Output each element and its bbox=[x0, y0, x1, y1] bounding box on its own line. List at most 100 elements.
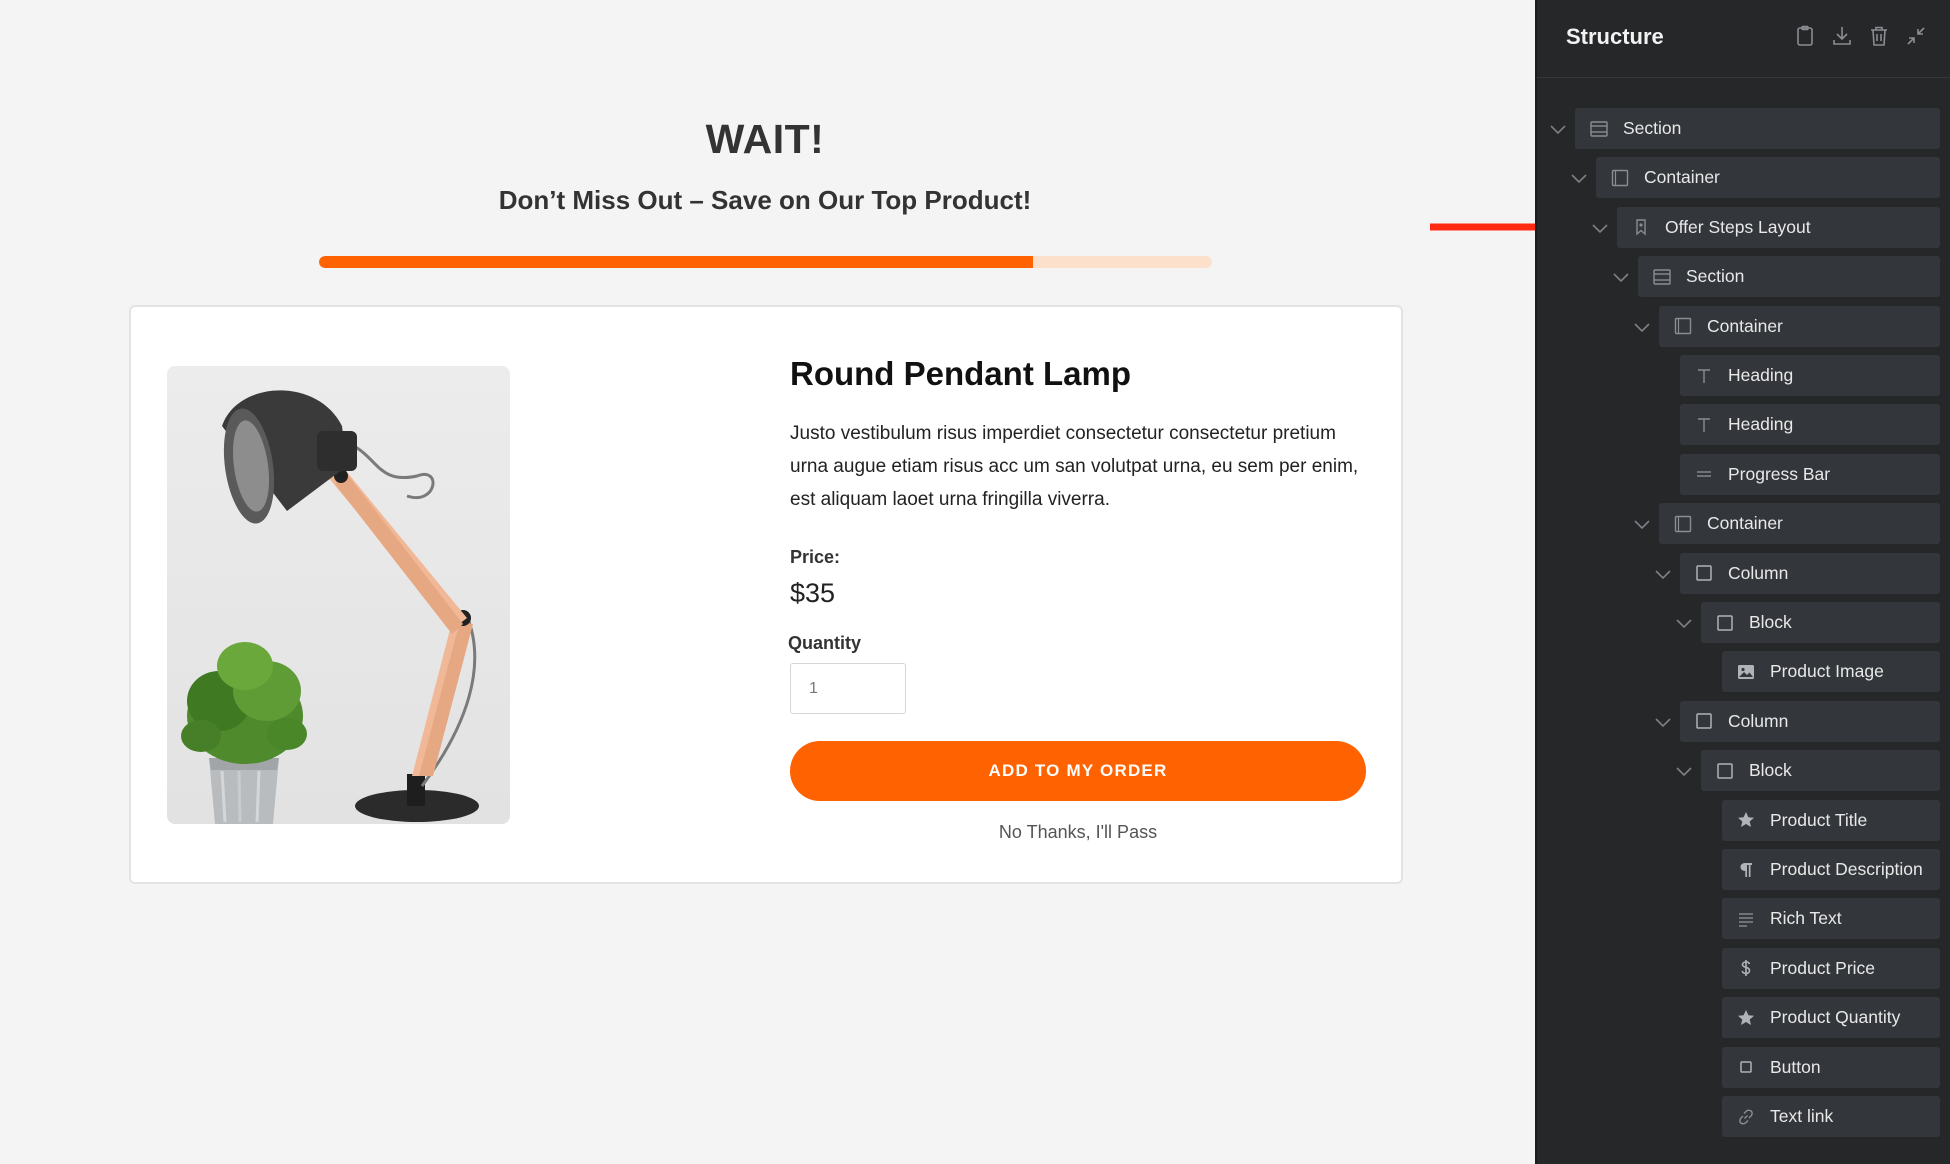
structure-item-label: Heading bbox=[1728, 414, 1794, 435]
chevron-down-icon[interactable] bbox=[1674, 761, 1694, 781]
button-icon bbox=[1740, 1061, 1752, 1073]
add-to-order-button[interactable]: ADD TO MY ORDER bbox=[790, 741, 1366, 801]
section-icon bbox=[1653, 268, 1671, 285]
structure-item-column[interactable]: Column bbox=[1680, 552, 1940, 594]
structure-item-label: Column bbox=[1728, 562, 1789, 583]
structure-item-product-description[interactable]: Product Description bbox=[1722, 849, 1940, 890]
structure-item-label: Column bbox=[1728, 710, 1789, 731]
structure-item-product-quantity[interactable]: Product Quantity bbox=[1722, 997, 1940, 1039]
structure-panel-header: Structure bbox=[1537, 0, 1950, 78]
structure-item-block[interactable]: Block bbox=[1701, 750, 1940, 792]
structure-tree-row[interactable]: Block bbox=[1537, 750, 1950, 792]
structure-tree-row[interactable]: Button bbox=[1537, 1046, 1950, 1088]
download-icon[interactable] bbox=[1830, 24, 1854, 48]
structure-tree-row[interactable]: Block bbox=[1537, 602, 1950, 643]
heading-icon bbox=[1698, 368, 1710, 383]
structure-item-block[interactable]: Block bbox=[1701, 602, 1940, 643]
structure-item-text-link[interactable]: Text link bbox=[1722, 1096, 1940, 1137]
chevron-down-icon[interactable] bbox=[1632, 317, 1652, 337]
upsell-heading: WAIT! bbox=[705, 116, 825, 162]
star-icon bbox=[1738, 1009, 1754, 1025]
container-icon bbox=[1674, 317, 1692, 335]
structure-tree-row[interactable]: Container bbox=[1537, 305, 1950, 347]
decline-offer-link[interactable]: No Thanks, I'll Pass bbox=[790, 822, 1366, 843]
structure-item-label: Block bbox=[1749, 760, 1792, 781]
structure-tree-row[interactable]: Container bbox=[1537, 503, 1950, 545]
structure-panel: Structure Section Container Offer Steps La… bbox=[1535, 0, 1950, 1164]
structure-tree-row[interactable]: Heading bbox=[1537, 404, 1950, 446]
block-icon bbox=[1717, 762, 1733, 779]
structure-item-label: Progress Bar bbox=[1728, 463, 1831, 484]
chevron-down-icon[interactable] bbox=[1674, 613, 1694, 633]
container-icon bbox=[1611, 169, 1629, 187]
link-icon bbox=[1739, 1109, 1753, 1124]
product-info: Round Pendant Lamp Justo vestibulum risu… bbox=[788, 355, 1380, 714]
product-description: Justo vestibulum risus imperdiet consect… bbox=[790, 423, 1359, 510]
product-image[interactable] bbox=[167, 366, 510, 824]
chevron-down-icon[interactable] bbox=[1569, 168, 1589, 188]
builder-canvas: WAIT! Don’t Miss Out – Save on Our Top P… bbox=[0, 0, 1535, 1164]
structure-item-label: Offer Steps Layout bbox=[1665, 216, 1811, 237]
chevron-down-icon[interactable] bbox=[1653, 564, 1673, 584]
structure-tree-row[interactable]: Product Quantity bbox=[1537, 997, 1950, 1039]
structure-item-product-title[interactable]: Product Title bbox=[1722, 799, 1940, 841]
structure-tree-row[interactable]: Offer Steps Layout bbox=[1537, 206, 1950, 248]
container-icon bbox=[1674, 515, 1692, 532]
chevron-down-icon[interactable] bbox=[1653, 712, 1673, 732]
product-price: $35 bbox=[790, 578, 836, 608]
structure-item-container[interactable]: Container bbox=[1659, 503, 1940, 545]
paragraph-icon bbox=[1740, 862, 1752, 877]
structure-item-progress-bar[interactable]: Progress Bar bbox=[1680, 453, 1940, 495]
structure-item-container[interactable]: Container bbox=[1596, 157, 1940, 199]
structure-tree-row[interactable]: Section bbox=[1537, 108, 1950, 149]
structure-tree-row[interactable]: Column bbox=[1537, 700, 1950, 742]
structure-item-heading[interactable]: Heading bbox=[1680, 404, 1940, 446]
structure-item-label: Section bbox=[1623, 118, 1682, 138]
structure-item-heading[interactable]: Heading bbox=[1680, 355, 1940, 396]
structure-tree-row[interactable]: Rich Text bbox=[1537, 898, 1950, 940]
structure-item-label: Button bbox=[1770, 1056, 1821, 1077]
structure-item-container[interactable]: Container bbox=[1659, 305, 1940, 347]
structure-tree-row[interactable]: Product Image bbox=[1537, 651, 1950, 693]
structure-item-offer-steps-layout[interactable]: Offer Steps Layout bbox=[1617, 206, 1940, 248]
star-icon bbox=[1738, 812, 1754, 828]
collapse-icon[interactable] bbox=[1904, 24, 1928, 48]
structure-item-label: Block bbox=[1749, 612, 1792, 632]
product-offer-card: Round Pendant Lamp Justo vestibulum risu… bbox=[129, 305, 1403, 884]
structure-item-section[interactable]: Section bbox=[1575, 108, 1940, 149]
chevron-down-icon[interactable] bbox=[1611, 267, 1631, 287]
structure-item-button[interactable]: Button bbox=[1722, 1046, 1940, 1088]
clipboard-icon[interactable] bbox=[1793, 24, 1817, 48]
structure-tree-row[interactable]: Section bbox=[1537, 256, 1950, 298]
chevron-down-icon[interactable] bbox=[1632, 514, 1652, 534]
rich-text-icon bbox=[1739, 913, 1753, 927]
structure-item-label: Heading bbox=[1728, 365, 1794, 385]
structure-tree-row[interactable]: Product Description bbox=[1537, 849, 1950, 890]
structure-item-rich-text[interactable]: Rich Text bbox=[1722, 898, 1940, 940]
trash-icon[interactable] bbox=[1867, 24, 1891, 48]
structure-tree-row[interactable]: Product Price bbox=[1537, 947, 1950, 989]
structure-item-label: Text link bbox=[1770, 1106, 1834, 1126]
structure-item-label: Container bbox=[1644, 167, 1720, 188]
structure-tree-row[interactable]: Text link bbox=[1537, 1096, 1950, 1137]
structure-item-product-image[interactable]: Product Image bbox=[1722, 651, 1940, 693]
image-icon bbox=[1738, 664, 1754, 679]
structure-item-label: Section bbox=[1686, 266, 1745, 287]
structure-item-label: Container bbox=[1707, 513, 1783, 534]
price-label: Price: bbox=[790, 547, 841, 567]
chevron-down-icon[interactable] bbox=[1590, 218, 1610, 238]
chevron-down-icon[interactable] bbox=[1548, 119, 1568, 139]
structure-item-product-price[interactable]: Product Price bbox=[1722, 947, 1940, 989]
quantity-input[interactable] bbox=[790, 663, 906, 714]
structure-item-label: Product Description bbox=[1770, 859, 1923, 879]
structure-item-column[interactable]: Column bbox=[1680, 700, 1940, 742]
structure-tree-row[interactable]: Container bbox=[1537, 157, 1950, 199]
structure-tree-row[interactable]: Column bbox=[1537, 552, 1950, 594]
upsell-subheading: Don’t Miss Out – Save on Our Top Product… bbox=[498, 185, 1032, 215]
structure-tree-row[interactable]: Heading bbox=[1537, 355, 1950, 396]
structure-item-section[interactable]: Section bbox=[1638, 256, 1940, 298]
heading-icon bbox=[1698, 418, 1710, 432]
structure-tree-row[interactable]: Product Title bbox=[1537, 799, 1950, 841]
structure-tree-row[interactable]: Progress Bar bbox=[1537, 453, 1950, 495]
structure-panel-title: Structure bbox=[1566, 24, 1664, 49]
